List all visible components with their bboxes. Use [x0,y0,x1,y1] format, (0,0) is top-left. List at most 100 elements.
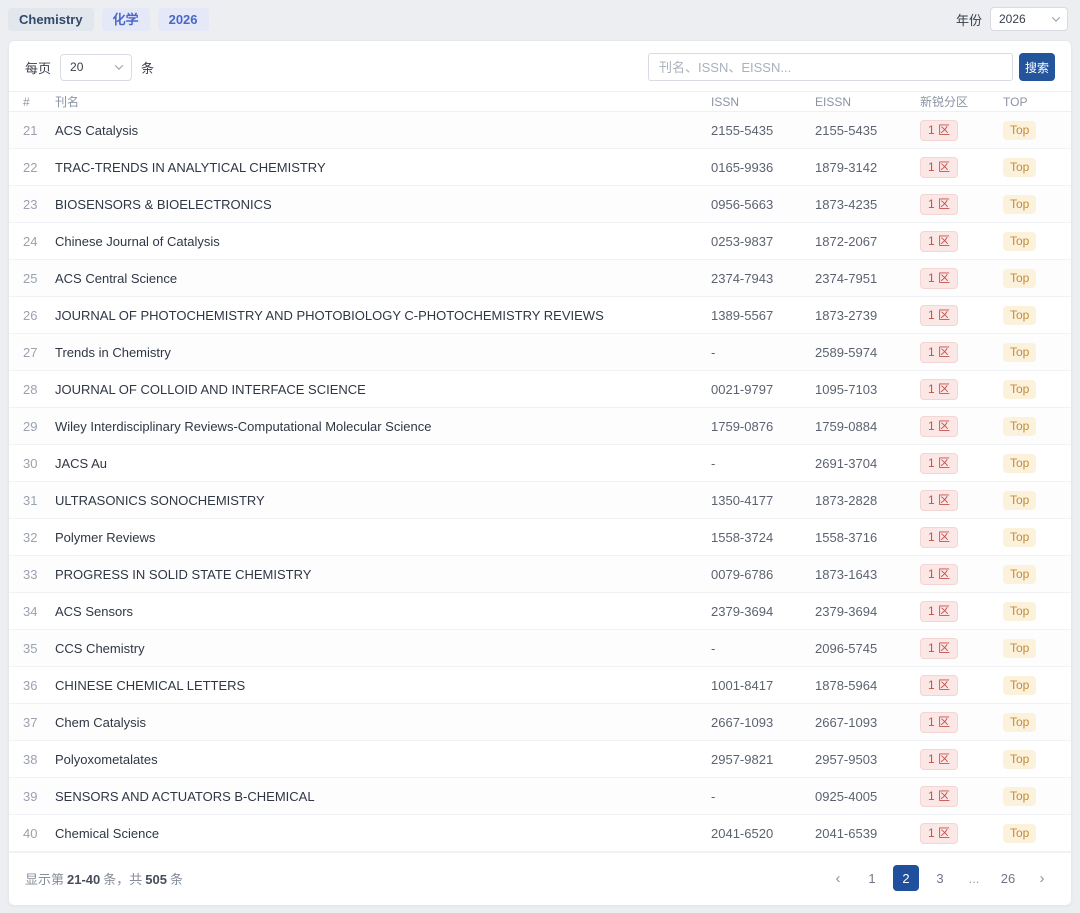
table-row[interactable]: 34ACS Sensors2379-36942379-36941 区Top [9,593,1071,630]
zone-badge: 1 区 [920,194,958,215]
table-row[interactable]: 33PROGRESS IN SOLID STATE CHEMISTRY0079-… [9,556,1071,593]
top-cell: Top [1003,787,1061,806]
zone-cell: 1 区 [920,268,1003,289]
top-cell: Top [1003,232,1061,251]
eissn-value: 0925-4005 [815,789,920,804]
table-row[interactable]: 25ACS Central Science2374-79432374-79511… [9,260,1071,297]
eissn-value: 1873-4235 [815,197,920,212]
journal-name: BIOSENSORS & BIOELECTRONICS [55,197,711,212]
table-row[interactable]: 27Trends in Chemistry-2589-59741 区Top [9,334,1071,371]
table-row[interactable]: 35CCS Chemistry-2096-57451 区Top [9,630,1071,667]
top-badge: Top [1003,121,1036,140]
per-page-select[interactable]: 20 [60,54,132,81]
top-cell: Top [1003,676,1061,695]
column-header-journal-name: 刊名 [55,93,711,110]
top-cell: Top [1003,528,1061,547]
pagination-page-26[interactable]: 26 [995,865,1021,891]
top-badge: Top [1003,602,1036,621]
top-badge: Top [1003,639,1036,658]
table-row[interactable]: 29Wiley Interdisciplinary Reviews-Comput… [9,408,1071,445]
zone-badge: 1 区 [920,712,958,733]
table-row[interactable]: 37Chem Catalysis2667-10932667-10931 区Top [9,704,1071,741]
pagination-page-2[interactable]: 2 [893,865,919,891]
table-row[interactable]: 24Chinese Journal of Catalysis0253-98371… [9,223,1071,260]
top-badge: Top [1003,713,1036,732]
issn-value: 0253-9837 [711,234,815,249]
top-cell: Top [1003,750,1061,769]
table-row[interactable]: 32Polymer Reviews1558-37241558-37161 区To… [9,519,1071,556]
zone-badge: 1 区 [920,231,958,252]
table-row[interactable]: 30JACS Au-2691-37041 区Top [9,445,1071,482]
table-row[interactable]: 22TRAC-TRENDS IN ANALYTICAL CHEMISTRY016… [9,149,1071,186]
issn-value: 1350-4177 [711,493,815,508]
table-row[interactable]: 26JOURNAL OF PHOTOCHEMISTRY AND PHOTOBIO… [9,297,1071,334]
eissn-value: 2096-5745 [815,641,920,656]
filter-tag-group: Chemistry 化学 2026 [8,8,209,31]
zone-badge: 1 区 [920,157,958,178]
row-rank: 27 [23,345,55,360]
zone-cell: 1 区 [920,675,1003,696]
eissn-value: 2667-1093 [815,715,920,730]
top-badge: Top [1003,750,1036,769]
row-rank: 34 [23,604,55,619]
journal-name: ACS Central Science [55,271,711,286]
top-badge: Top [1003,528,1036,547]
eissn-value: 1558-3716 [815,530,920,545]
per-page-prefix-label: 每页 [25,58,51,77]
pagination-next-button[interactable]: › [1029,865,1055,891]
zone-cell: 1 区 [920,194,1003,215]
pagination-page-1[interactable]: 1 [859,865,885,891]
table-row[interactable]: 36CHINESE CHEMICAL LETTERS1001-84171878-… [9,667,1071,704]
table-row[interactable]: 28JOURNAL OF COLLOID AND INTERFACE SCIEN… [9,371,1071,408]
journal-name: TRAC-TRENDS IN ANALYTICAL CHEMISTRY [55,160,711,175]
column-header-top: TOP [1003,95,1061,109]
top-badge: Top [1003,158,1036,177]
zone-badge: 1 区 [920,120,958,141]
column-header-zone: 新锐分区 [920,93,1003,110]
issn-value: 2155-5435 [711,123,815,138]
row-rank: 23 [23,197,55,212]
table-row[interactable]: 38Polyoxometalates2957-98212957-95031 区T… [9,741,1071,778]
summary-prefix: 显示第 [25,872,64,887]
journal-name: ULTRASONICS SONOCHEMISTRY [55,493,711,508]
row-rank: 36 [23,678,55,693]
zone-cell: 1 区 [920,712,1003,733]
pagination-page-3[interactable]: 3 [927,865,953,891]
zone-badge: 1 区 [920,305,958,326]
row-rank: 30 [23,456,55,471]
table-row[interactable]: 23BIOSENSORS & BIOELECTRONICS0956-566318… [9,186,1071,223]
eissn-value: 2589-5974 [815,345,920,360]
issn-value: 2379-3694 [711,604,815,619]
eissn-value: 2155-5435 [815,123,920,138]
zone-cell: 1 区 [920,453,1003,474]
zone-badge: 1 区 [920,453,958,474]
year-select[interactable]: 2026 [990,7,1068,31]
table-row[interactable]: 39SENSORS AND ACTUATORS B-CHEMICAL-0925-… [9,778,1071,815]
top-cell: Top [1003,491,1061,510]
tag-year[interactable]: 2026 [158,8,209,31]
top-badge: Top [1003,380,1036,399]
table-row[interactable]: 40Chemical Science2041-65202041-65391 区T… [9,815,1071,852]
search-button[interactable]: 搜索 [1019,53,1055,81]
journal-name: PROGRESS IN SOLID STATE CHEMISTRY [55,567,711,582]
table-row[interactable]: 21ACS Catalysis2155-54352155-54351 区Top [9,112,1071,149]
row-rank: 32 [23,530,55,545]
pagination-prev-button[interactable]: ‹ [825,865,851,891]
eissn-value: 1873-2828 [815,493,920,508]
journal-name: Wiley Interdisciplinary Reviews-Computat… [55,419,711,434]
table-row[interactable]: 31ULTRASONICS SONOCHEMISTRY1350-41771873… [9,482,1071,519]
tag-category-english[interactable]: Chemistry [8,8,94,31]
tag-category-chinese[interactable]: 化学 [102,8,150,31]
journal-name: Polymer Reviews [55,530,711,545]
search-input[interactable] [648,53,1013,81]
journal-name: Chinese Journal of Catalysis [55,234,711,249]
eissn-value: 1878-5964 [815,678,920,693]
top-cell: Top [1003,824,1061,843]
issn-value: 1389-5567 [711,308,815,323]
eissn-value: 1759-0884 [815,419,920,434]
zone-cell: 1 区 [920,749,1003,770]
search-area: 搜索 [648,53,1055,81]
row-rank: 31 [23,493,55,508]
journal-table-card: 每页 20 条 搜索 # 刊名 ISSN EISSN 新锐分区 TOP 21AC… [8,40,1072,906]
issn-value: - [711,789,815,804]
